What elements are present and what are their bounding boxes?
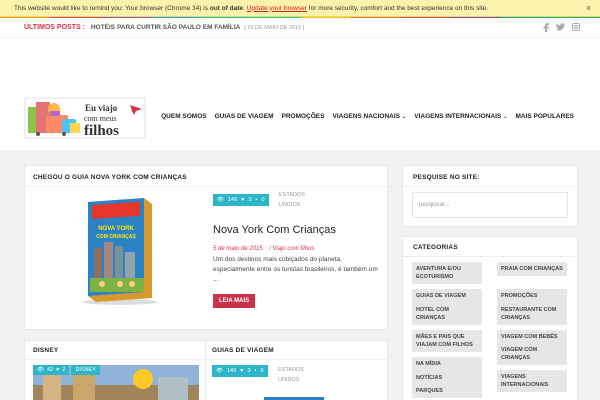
featured-category[interactable]: ESTADOS UNIDOS [279,192,319,208]
featured-post-title[interactable]: Nova York Com Crianças [213,224,336,236]
category-tag[interactable]: GUIAS DE VIAGEM [412,289,482,303]
divider [206,359,387,360]
update-browser-link[interactable]: Update your browser [247,5,307,12]
guias-likes: 3 [247,368,251,374]
nav-item[interactable]: GUIAS DE VIAGEM [215,113,274,120]
logo-line3: filhos [84,123,119,139]
search-section-title: PESQUISE NO SITE: [413,174,480,181]
notice-part3: for more security, comfort and the best … [307,4,488,12]
guias-views: 149 [226,368,237,374]
comment-icon: ▪ [254,368,257,374]
category-tag[interactable]: VIAGEM COM CRIANÇAS [497,343,567,365]
book-cover-image[interactable]: NOVA YORK COM CRIANÇAS [80,198,160,306]
disney-badge[interactable]: DISNEY [71,365,100,375]
nav-item-label: VIAGENS NACIONAIS [332,113,401,120]
category-tag[interactable]: VIAGENS INTERNACIONAIS [497,370,567,392]
social-links [543,23,580,34]
featured-post-meta: 5 de maio de 2015 / Viajo com filhos [213,237,314,255]
latest-posts-label: ÚLTIMOS POSTS : [24,24,85,31]
nav-item[interactable]: VIAGENS INTERNACIONAIS ⌄ [414,113,507,120]
post-excerpt: Um dos destinos mais cobiçados do planet… [213,256,378,283]
search-input[interactable]: pesquisar... [412,192,568,218]
category-tag[interactable]: AVENTURA E/OU ECOTURISMO [412,262,482,284]
post-author[interactable]: / Viajo com filhos [269,246,314,252]
categories-section-title: CATEGORIAS [413,244,458,251]
category-tag[interactable]: PRAIA COM CRIANÇAS [497,262,567,276]
divider [403,256,577,257]
notice-bold: out of date [209,4,244,12]
browser-update-notice: This website would like to remind you: Y… [0,0,600,17]
logo-line2: com meus [84,114,117,123]
guias-category[interactable]: ESTADOS UNIDOS [278,365,318,385]
twitter-icon[interactable] [556,23,565,34]
category-tag[interactable]: NA MÍDIA [412,357,482,371]
featured-section-title: CHEGOU O GUIA NOVA YORK COM CRIANÇAS [33,174,187,181]
category-tag[interactable]: PARQUES [412,384,482,398]
notice-part1: This website would like to remind you: Y… [14,4,210,12]
chevron-down-icon: ⌄ [402,114,407,120]
latest-posts-bar: ÚLTIMOS POSTS : HOTÉIS PARA CURTIR SÃO P… [0,18,600,38]
site-logo[interactable]: Eu viajo com meus filhos [24,97,146,139]
eye-icon: 👁 [217,197,224,203]
chevron-down-icon: ⌄ [503,114,508,120]
comment-icon: ▪ [255,197,258,203]
likes-count: 3 [248,197,252,203]
nav-item[interactable]: VIAGENS NACIONAIS ⌄ [332,113,406,120]
views-count: 149 [227,197,238,203]
post-date: 5 de maio de 2015 [213,246,263,252]
disney-section-title: DISNEY [33,347,59,354]
nav-item-label: GUIAS DE VIAGEM [214,113,274,120]
guias-section-title: GUIAS DE VIAGEM [212,347,274,354]
disney-stats: 👁 42 ♥ 2 [33,365,70,375]
instagram-icon[interactable] [572,23,580,34]
divider [25,359,205,360]
eye-icon: 👁 [216,368,223,374]
latest-post-date: [ 20 DE MAIO DE 2015 ] [244,24,305,31]
featured-card: CHEGOU O GUIA NOVA YORK COM CRIANÇAS NOV… [24,165,388,330]
heart-icon: ♥ [240,368,244,374]
nav-item[interactable]: MAIS POPULARES [515,113,574,120]
category-tag[interactable]: RESTAURANTE COM CRIANÇAS [497,303,567,325]
divider [403,186,577,187]
book-title-2: COM CRIANÇAS [96,234,136,240]
category-tag[interactable]: HOTEL COM CRIANÇAS [412,303,482,325]
disney-meta: 👁 42 ♥ 2 DISNEY [33,365,100,375]
heart-icon: ♥ [56,367,60,373]
search-placeholder: pesquisar... [419,202,450,208]
heart-icon: ♥ [241,197,245,203]
book-title-1: NOVA YORK [98,226,134,232]
post-stats: 👁 149 ♥ 3 ▪ 0 [213,194,269,206]
nav-item-label: MAIS POPULARES [515,113,574,120]
main-navigation: QUEM SOMOS GUIAS DE VIAGEM PROMOÇÕES VIAGEN… [161,113,574,120]
disney-likes: 2 [62,367,66,373]
category-tag[interactable]: NOTÍCIAS [412,371,482,385]
category-tag[interactable]: PROMOÇÕES [497,289,567,303]
category-tag[interactable]: VIAGEM COM BEBÊS [497,330,567,344]
guias-stats: 👁 149 ♥ 3 ▪ 0 [212,365,268,377]
comments-count: 0 [261,197,265,203]
read-more-button[interactable]: LEIA MAIS [213,294,256,308]
latest-post-link[interactable]: HOTÉIS PARA CURTIR SÃO PAULO EM FAMÍLIA [91,24,240,31]
category-tag[interactable]: MÃES E PAIS QUE VIAJAM COM FILHOS [412,330,482,352]
nav-item-label: VIAGENS INTERNACIONAIS [414,113,502,120]
guias-comments: 0 [260,368,264,374]
divider [25,186,387,187]
close-icon[interactable]: × [586,3,591,13]
disney-card: DISNEY 👁 42 ♥ 2 DISNEY [24,340,206,400]
facebook-icon[interactable] [543,23,549,34]
disney-views: 42 [46,367,54,373]
featured-meta: 👁 149 ♥ 3 ▪ 0 [213,194,269,206]
nav-item[interactable]: PROMOÇÕES [282,113,325,120]
nav-item-label: QUEM SOMOS [161,113,207,120]
nav-item[interactable]: QUEM SOMOS [161,113,207,120]
notice-text: This website would like to remind you: Y… [14,5,488,12]
nav-item-label: PROMOÇÕES [281,113,325,120]
guias-card: GUIAS DE VIAGEM 👁 149 ♥ 3 ▪ 0 ESTADOS UNIDO… [206,340,388,400]
eye-icon: 👁 [37,367,44,373]
logo-line1: Eu viajo [85,103,118,113]
guias-meta: 👁 149 ♥ 3 ▪ 0 [212,365,268,377]
